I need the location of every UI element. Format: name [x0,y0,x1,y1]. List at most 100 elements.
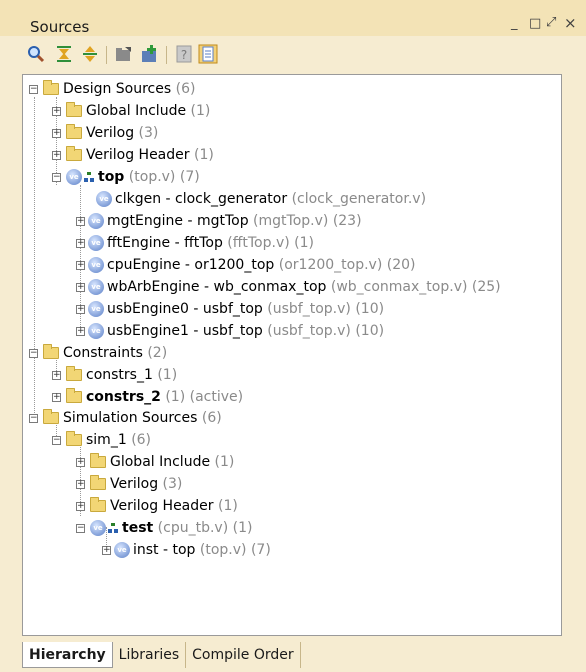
node-label: Design Sources [63,81,172,97]
verilog-module-icon: ve [88,213,104,229]
node-count: (3) [162,476,183,492]
expand-toggle[interactable]: + [76,304,85,314]
node-label: cpuEngine - or1200_top [107,257,275,273]
toolbar-separator [166,46,167,64]
expand-toggle[interactable]: + [76,479,85,489]
expand-toggle[interactable]: + [52,128,61,138]
collapse-toggle[interactable]: − [29,348,38,358]
collapse-toggle[interactable]: − [29,413,38,423]
node-label: Verilog [86,125,135,141]
tree-node-fft-engine[interactable]: + ve fftEngine - fftTop (fftTop.v) (1) [76,232,314,254]
add-sources-icon[interactable] [140,44,160,64]
tree-node-clkgen[interactable]: ve clkgen - clock_generator (clock_gener… [96,188,426,210]
tree-node-verilog[interactable]: + Verilog (3) [52,122,158,144]
folder-icon [66,124,82,139]
open-folder-icon[interactable] [114,44,134,64]
tree-node-mgt-engine[interactable]: + ve mgtEngine - mgtTop (mgtTop.v) (23) [76,210,362,232]
expand-toggle[interactable]: + [76,501,85,511]
tab-hierarchy[interactable]: Hierarchy [22,642,113,668]
collapse-toggle[interactable]: − [52,172,61,182]
tree-node-global-include[interactable]: + Global Include (1) [52,100,210,122]
node-label: test [122,520,154,536]
expand-toggle[interactable]: + [52,150,61,160]
expand-toggle[interactable]: + [76,216,85,226]
expand-toggle[interactable]: + [76,282,85,292]
expand-toggle[interactable]: + [52,370,61,380]
node-count: (1) [157,367,178,383]
tree-node-top[interactable]: − ve top (top.v) (7) [52,166,200,188]
tree-node-inst[interactable]: + ve inst - top (top.v) (7) [102,539,271,561]
node-label: Global Include [110,454,211,470]
tree-node-design-sources[interactable]: − Design Sources (6) [29,78,195,100]
minimize-button[interactable]: _ [511,16,518,31]
expand-all-icon[interactable] [80,44,100,64]
tree-node-constrs-2[interactable]: + constrs_2 (1) (active) [52,386,243,408]
folder-icon [90,475,106,490]
maximize-button[interactable]: □ [529,16,541,31]
collapse-toggle[interactable]: − [52,435,61,445]
node-label: clkgen - clock_generator [115,191,288,207]
tree-node-constraints[interactable]: − Constraints (2) [29,342,167,364]
help-icon[interactable]: ? [174,44,194,64]
tree-node-verilog-header[interactable]: + Verilog Header (1) [52,144,214,166]
search-icon[interactable] [26,44,46,64]
node-count: (1) [214,454,235,470]
tree-node-usb-engine0[interactable]: + ve usbEngine0 - usbf_top (usbf_top.v) … [76,298,384,320]
tree-node-sim-verilog-header[interactable]: + Verilog Header (1) [76,495,238,517]
properties-icon[interactable] [198,44,218,64]
node-file: (wb_conmax_top.v) [330,279,468,295]
view-tabs: Hierarchy Libraries Compile Order [22,642,301,668]
node-count: (10) [355,323,385,339]
expand-toggle[interactable]: + [102,545,111,555]
tab-compile-order[interactable]: Compile Order [186,642,301,668]
node-label: constrs_1 [86,367,153,383]
tree-node-test[interactable]: − ve test (cpu_tb.v) (1) [76,517,252,539]
tree-node-sim-1[interactable]: − sim_1 (6) [52,429,151,451]
node-count: (1) [193,147,214,163]
title-bar: Sources _ □ ⤢ × [0,0,586,37]
verilog-module-icon: ve [114,542,130,558]
expand-toggle[interactable]: + [76,260,85,270]
collapse-toggle[interactable]: − [29,84,38,94]
float-button[interactable]: ⤢ [546,15,556,30]
expand-toggle[interactable]: + [76,457,85,467]
node-label: Verilog Header [110,498,214,514]
folder-icon [90,497,106,512]
expand-toggle[interactable]: + [76,238,85,248]
tree-node-usb-engine1[interactable]: + ve usbEngine1 - usbf_top (usbf_top.v) … [76,320,384,342]
node-label: constrs_2 [86,389,161,405]
node-count: (20) [386,257,416,273]
verilog-module-icon: ve [96,191,112,207]
node-count: (6) [201,410,222,426]
node-label: usbEngine0 - usbf_top [107,301,263,317]
node-label: mgtEngine - mgtTop [107,213,249,229]
tree-node-sim-global-include[interactable]: + Global Include (1) [76,451,234,473]
node-file: (top.v) [128,169,176,185]
svg-text:?: ? [181,48,187,62]
tree-node-cpu-engine[interactable]: + ve cpuEngine - or1200_top (or1200_top.… [76,254,416,276]
tree-node-simulation-sources[interactable]: − Simulation Sources (6) [29,407,222,429]
node-file: (usbf_top.v) [267,301,351,317]
node-count: (1) [232,520,253,536]
expand-toggle[interactable]: + [52,392,61,402]
node-file: (top.v) [199,542,247,558]
node-count: (6) [175,81,196,97]
hierarchy-icon [84,172,94,182]
tree-node-sim-verilog[interactable]: + Verilog (3) [76,473,182,495]
folder-open-icon [43,344,59,359]
node-label: Verilog [110,476,159,492]
node-label: wbArbEngine - wb_conmax_top [107,279,327,295]
tree-node-constrs-1[interactable]: + constrs_1 (1) [52,364,177,386]
collapse-toggle[interactable]: − [76,523,85,533]
node-count: (2) [147,345,168,361]
node-count: (23) [332,213,362,229]
collapse-all-icon[interactable] [54,44,74,64]
tab-libraries[interactable]: Libraries [113,642,187,668]
expand-toggle[interactable]: + [76,326,85,336]
verilog-module-icon: ve [88,279,104,295]
expand-toggle[interactable]: + [52,106,61,116]
close-button[interactable]: × [564,14,577,32]
hierarchy-icon [108,523,118,533]
tree-node-wbarb-engine[interactable]: + ve wbArbEngine - wb_conmax_top (wb_con… [76,276,501,298]
node-file: (fftTop.v) [227,235,290,251]
